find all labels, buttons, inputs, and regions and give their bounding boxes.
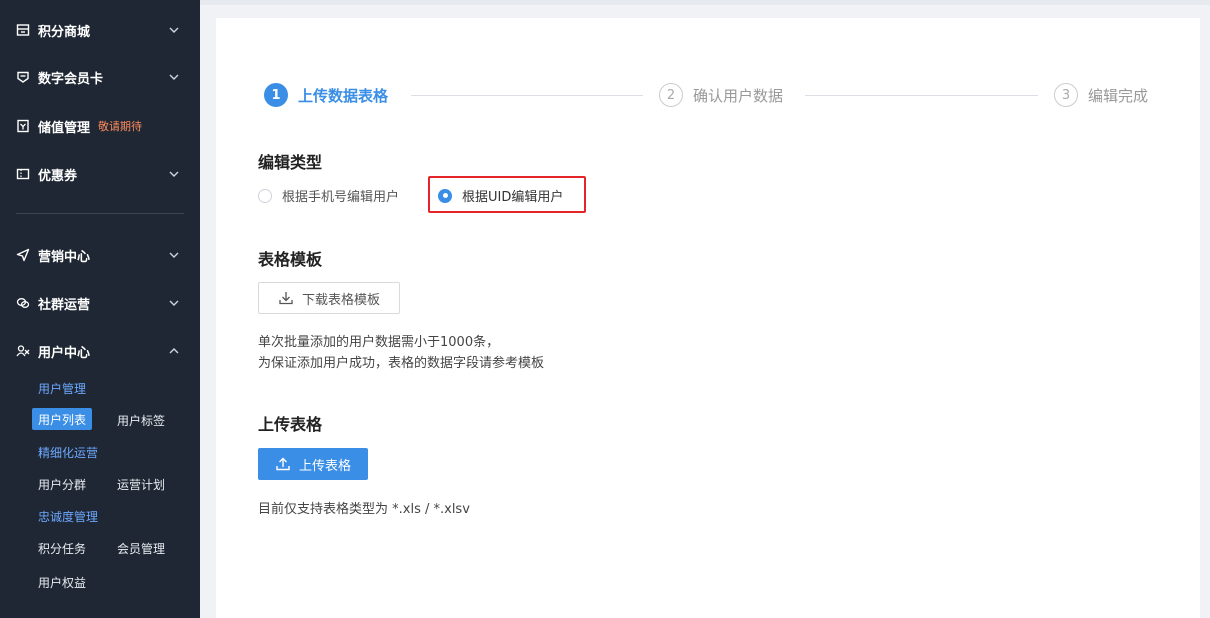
step-2: 2 确认用户数据	[659, 83, 783, 107]
chevron-up-icon	[169, 348, 179, 354]
send-icon	[16, 248, 30, 262]
download-template-button[interactable]: 下载表格模板	[258, 282, 400, 314]
upload-table-button[interactable]: 上传表格	[258, 448, 368, 480]
step-label: 确认用户数据	[693, 86, 784, 105]
menu-label: 优惠券	[38, 168, 78, 184]
chevron-down-icon	[169, 74, 179, 80]
step-connector	[411, 95, 643, 96]
top-strip	[200, 0, 1210, 5]
step-number: 1	[264, 83, 288, 107]
coupon-icon	[16, 167, 30, 181]
submenu-user-rights[interactable]: 用户权益	[38, 574, 86, 591]
menu-label: 积分商城	[38, 24, 91, 40]
edit-type-title: 编辑类型	[258, 153, 323, 172]
radio-dot	[258, 188, 272, 203]
upload-icon	[276, 457, 290, 471]
step-3: 3 编辑完成	[1054, 83, 1148, 107]
menu-label: 数字会员卡	[38, 71, 104, 87]
sidebar: 积分商城 数字会员卡 储值管理 敬请期待 优惠券 营销中心 社群运营 用户中心 …	[0, 0, 200, 618]
menu-label: 营销中心	[38, 249, 91, 265]
menu-label: 用户中心	[38, 345, 91, 361]
template-title: 表格模板	[258, 250, 323, 269]
submenu-user-list[interactable]: 用户列表	[32, 408, 92, 430]
coming-soon-tag: 敬请期待	[98, 120, 143, 133]
users-icon	[16, 344, 30, 358]
menu-stored-value[interactable]: 储值管理 敬请期待	[0, 106, 200, 146]
menu-digital-card[interactable]: 数字会员卡	[0, 57, 200, 97]
template-note-line1: 单次批量添加的用户数据需小于1000条，	[258, 335, 500, 350]
chevron-down-icon	[169, 300, 179, 306]
step-number: 2	[659, 83, 683, 107]
step-number: 3	[1054, 83, 1078, 107]
chevron-down-icon	[169, 27, 179, 33]
submenu-head-user-mgmt: 用户管理	[38, 382, 87, 396]
main-card	[216, 18, 1200, 618]
step-label: 上传数据表格	[298, 86, 389, 105]
button-label: 下载表格模板	[301, 292, 380, 308]
radio-edit-by-phone[interactable]: 根据手机号编辑用户	[258, 186, 399, 205]
menu-marketing[interactable]: 营销中心	[0, 235, 200, 275]
upload-title: 上传表格	[258, 415, 323, 434]
menu-user-center[interactable]: 用户中心	[0, 331, 200, 371]
chevron-down-icon	[169, 171, 179, 177]
menu-label: 储值管理	[38, 120, 91, 136]
step-label: 编辑完成	[1088, 86, 1149, 105]
store-icon	[16, 23, 30, 37]
deposit-icon	[16, 119, 30, 133]
chat-icon	[16, 296, 30, 310]
button-label: 上传表格	[298, 458, 351, 474]
chevron-down-icon	[169, 252, 179, 258]
menu-coupon[interactable]: 优惠券	[0, 154, 200, 194]
step-connector	[805, 95, 1038, 96]
step-1: 1 上传数据表格	[264, 83, 388, 107]
download-icon	[279, 292, 293, 305]
submenu-points-task[interactable]: 积分任务	[38, 540, 86, 557]
submenu-ops-plan[interactable]: 运营计划	[117, 476, 165, 493]
highlight-box	[428, 176, 586, 213]
submenu-head-fine-ops: 精细化运营	[38, 446, 99, 460]
submenu-user-segment[interactable]: 用户分群	[38, 476, 86, 493]
submenu-head-loyalty: 忠诚度管理	[38, 510, 99, 524]
upload-note: 目前仅支持表格类型为 *.xls / *.xlsv	[258, 502, 470, 517]
menu-label: 社群运营	[38, 297, 91, 313]
sidebar-divider	[16, 213, 184, 214]
submenu-user-tags[interactable]: 用户标签	[117, 412, 165, 429]
card-icon	[16, 70, 30, 84]
template-note-line2: 为保证添加用户成功，表格的数据字段请参考模板	[258, 356, 545, 371]
submenu-member-mgmt[interactable]: 会员管理	[117, 540, 165, 557]
menu-points-mall[interactable]: 积分商城	[0, 10, 200, 50]
radio-label: 根据手机号编辑用户	[282, 190, 400, 205]
menu-community[interactable]: 社群运营	[0, 283, 200, 323]
